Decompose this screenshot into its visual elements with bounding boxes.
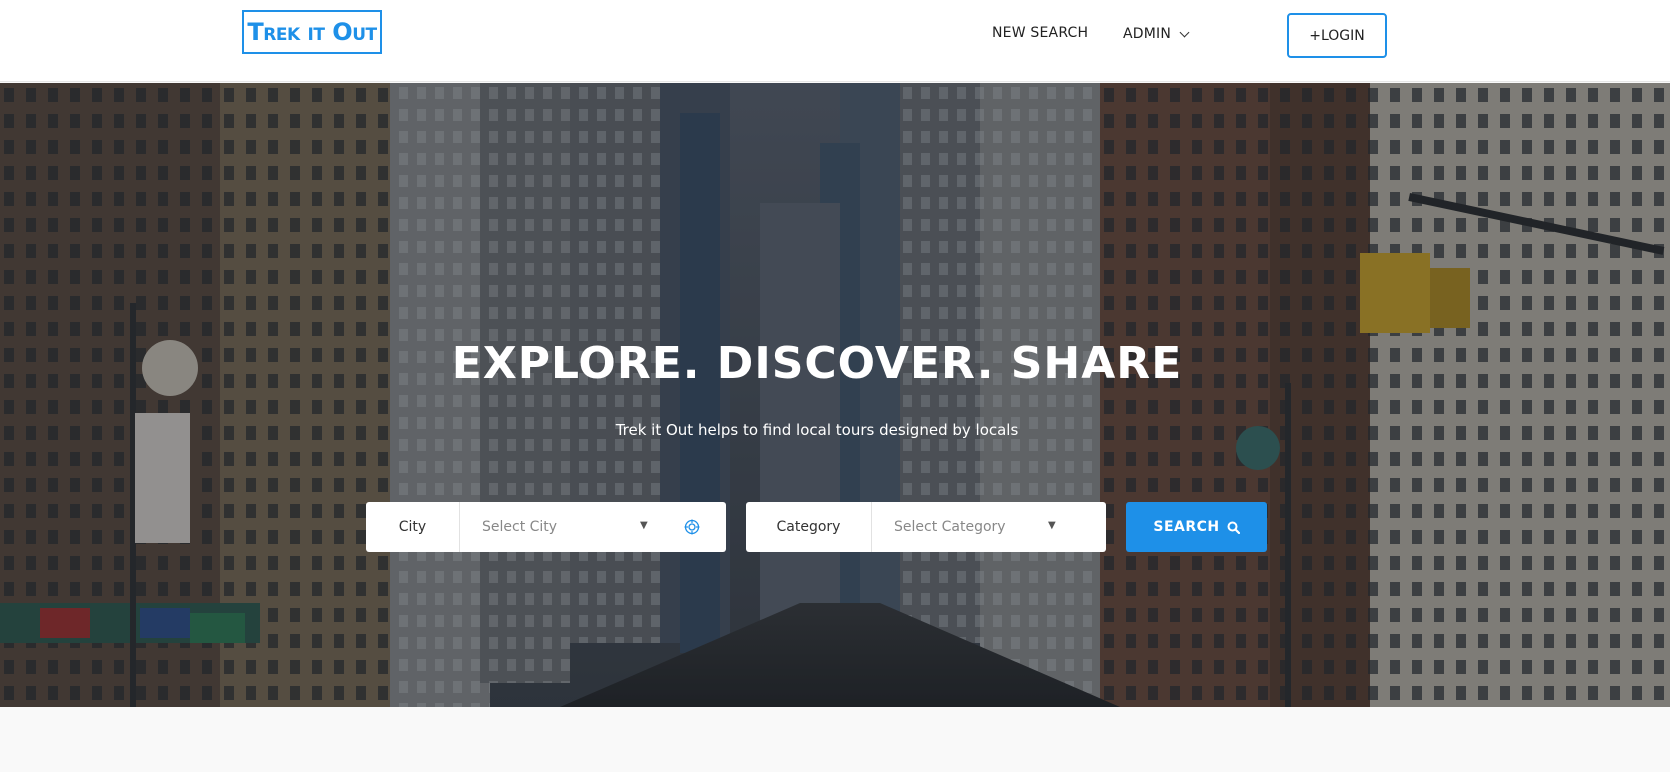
locate-icon[interactable] bbox=[684, 519, 700, 535]
hero-subtitle: Trek it Out helps to find local tours de… bbox=[615, 421, 1019, 439]
city-select[interactable]: Select City ▼ bbox=[460, 502, 726, 552]
category-select[interactable]: Select Category ▼ bbox=[872, 502, 1106, 552]
city-select-placeholder: Select City bbox=[482, 519, 558, 535]
caret-down-icon: ▼ bbox=[640, 520, 648, 531]
category-label: Category bbox=[746, 502, 872, 552]
search-icon bbox=[1227, 521, 1240, 534]
login-button[interactable]: +LOGIN bbox=[1287, 13, 1387, 58]
category-select-placeholder: Select Category bbox=[894, 519, 1006, 535]
site-header: Trek it Out NEW SEARCH ADMIN +LOGIN bbox=[0, 0, 1670, 82]
city-search-field: City Select City ▼ bbox=[366, 502, 726, 552]
nav-admin-dropdown[interactable]: ADMIN bbox=[1123, 26, 1190, 42]
site-logo[interactable]: Trek it Out bbox=[242, 10, 382, 54]
hero-section: EXPLORE. DISCOVER. SHARE Trek it Out hel… bbox=[0, 83, 1670, 707]
category-search-field: Category Select Category ▼ bbox=[746, 502, 1106, 552]
city-label: City bbox=[366, 502, 460, 552]
content-area bbox=[0, 707, 1670, 772]
chevron-down-icon bbox=[1179, 27, 1190, 37]
hero-overlay bbox=[0, 83, 1670, 707]
search-button[interactable]: SEARCH bbox=[1126, 502, 1267, 552]
search-button-label: SEARCH bbox=[1153, 519, 1220, 535]
caret-down-icon: ▼ bbox=[1048, 520, 1056, 531]
logo-text: Trek it Out bbox=[247, 18, 377, 46]
hero-title: EXPLORE. DISCOVER. SHARE bbox=[451, 338, 1183, 389]
nav-new-search[interactable]: NEW SEARCH bbox=[992, 25, 1088, 41]
nav-admin-label: ADMIN bbox=[1123, 26, 1172, 42]
